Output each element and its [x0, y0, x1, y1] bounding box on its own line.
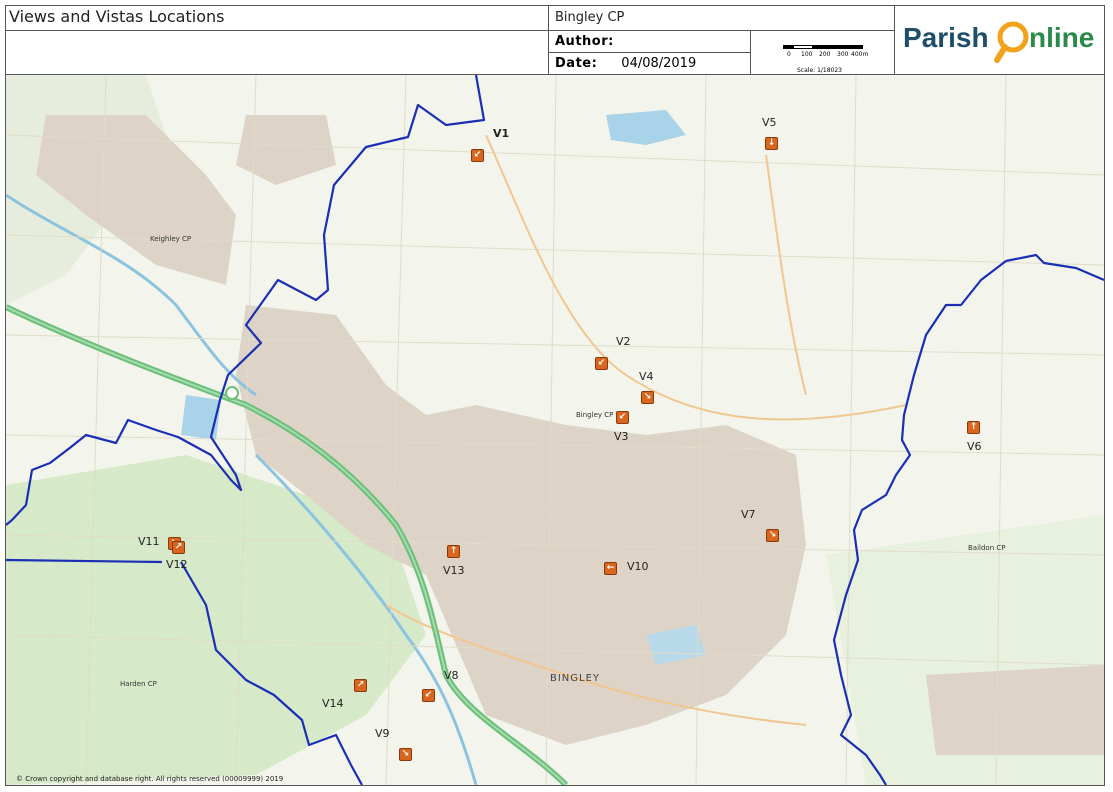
view-marker-v14[interactable]: ↗: [354, 679, 367, 692]
view-marker-v1[interactable]: ↙: [471, 149, 484, 162]
view-marker-v2[interactable]: ↙: [595, 357, 608, 370]
view-label-v4: V4: [639, 370, 654, 383]
view-marker-v5[interactable]: ↓: [765, 137, 778, 150]
view-marker-v10[interactable]: ←: [604, 562, 617, 575]
header: Views and Vistas Locations Bingley CP Au…: [5, 5, 1105, 75]
view-marker-v3[interactable]: ↙: [616, 411, 629, 424]
parish-online-logo: Parish nline: [895, 5, 1105, 75]
view-marker-v9[interactable]: ↘: [399, 748, 412, 761]
view-label-v7: V7: [741, 508, 756, 521]
view-marker-v12[interactable]: ↗: [172, 541, 185, 554]
header-blank: [5, 31, 549, 75]
view-label-v2: V2: [616, 335, 631, 348]
parish-label: Keighley CP: [150, 235, 192, 243]
scale-bar: 0 100 200 300 400m Scale: 1/18023: [751, 31, 895, 75]
parish-label: Baildon CP: [968, 544, 1006, 552]
logo-text-1: Parish: [903, 22, 989, 53]
view-marker-v4[interactable]: ↘: [641, 391, 654, 404]
scale-tick: 300: [837, 51, 849, 58]
logo-text-2: nline: [1029, 22, 1094, 53]
view-label-v11: V11: [138, 535, 160, 548]
logo-graphic: Parish nline: [903, 21, 1094, 63]
view-label-v1: V1: [493, 127, 510, 140]
view-label-v6: V6: [967, 440, 982, 453]
view-label-v12: V12: [166, 558, 188, 571]
map-title: Views and Vistas Locations: [5, 5, 549, 31]
parish-name: Bingley CP: [549, 5, 895, 31]
view-marker-v13[interactable]: ↑: [447, 545, 460, 558]
view-marker-v8[interactable]: ↙: [422, 689, 435, 702]
view-label-v5: V5: [762, 116, 777, 129]
scale-ratio: Scale: 1/18023: [797, 67, 842, 74]
scale-tick: 0: [787, 51, 791, 58]
view-label-v14: V14: [322, 697, 344, 710]
date-field: Date: 04/08/2019: [549, 53, 751, 75]
author-label: Author:: [549, 31, 751, 53]
view-label-v8: V8: [444, 669, 459, 682]
parish-label: Bingley CP: [576, 411, 614, 419]
date-label: Date:: [555, 56, 598, 71]
view-marker-v6[interactable]: ↑: [967, 421, 980, 434]
date-value: 04/08/2019: [621, 56, 697, 71]
view-label-v10: V10: [627, 560, 649, 573]
town-label: BINGLEY: [550, 673, 601, 684]
view-marker-v7[interactable]: ↘: [766, 529, 779, 542]
view-label-v3: V3: [614, 430, 629, 443]
scale-tick: 200: [819, 51, 831, 58]
parish-label: Harden CP: [120, 680, 157, 688]
view-label-v13: V13: [443, 564, 465, 577]
view-label-v9: V9: [375, 727, 390, 740]
scale-tick: 400m: [851, 51, 869, 58]
map-canvas[interactable]: BINGLEY Keighley CP Bingley CP Baildon C…: [6, 75, 1104, 785]
scale-bar-graphic: [783, 45, 863, 49]
copyright-notice: © Crown copyright and database right. Al…: [16, 775, 284, 783]
scale-tick: 100: [801, 51, 813, 58]
